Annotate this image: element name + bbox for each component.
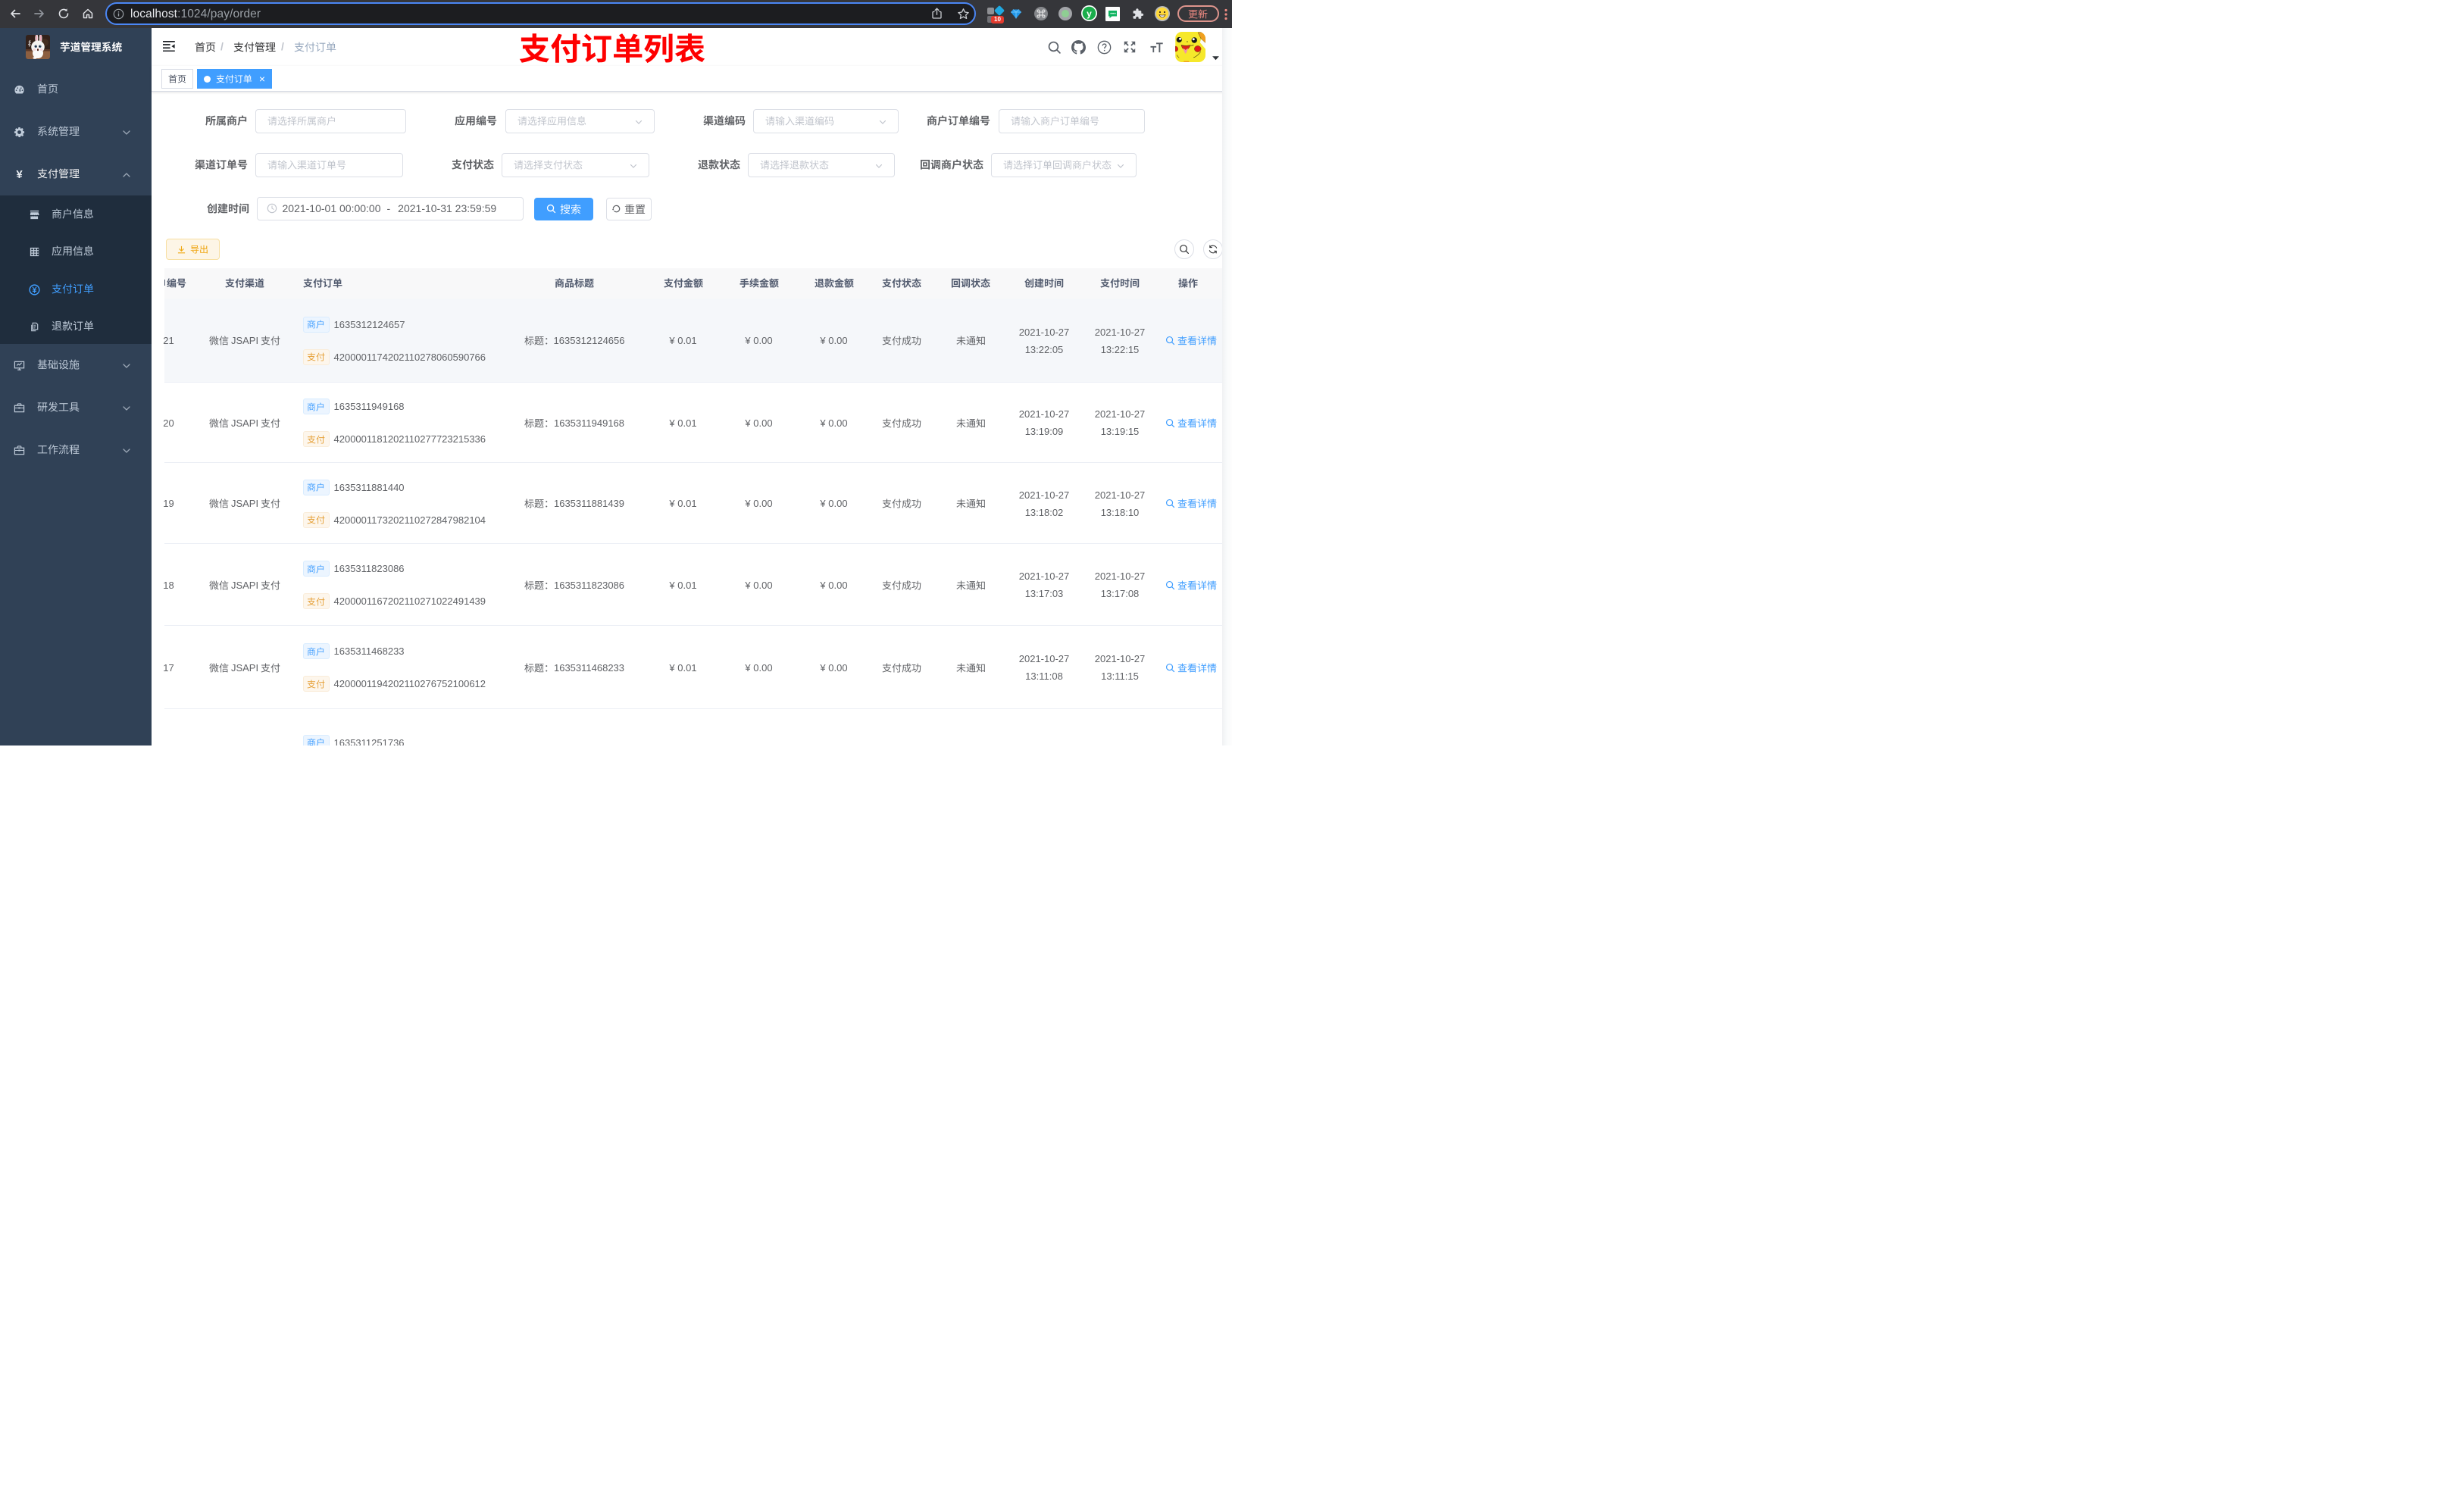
svg-text:y: y bbox=[1087, 8, 1092, 19]
